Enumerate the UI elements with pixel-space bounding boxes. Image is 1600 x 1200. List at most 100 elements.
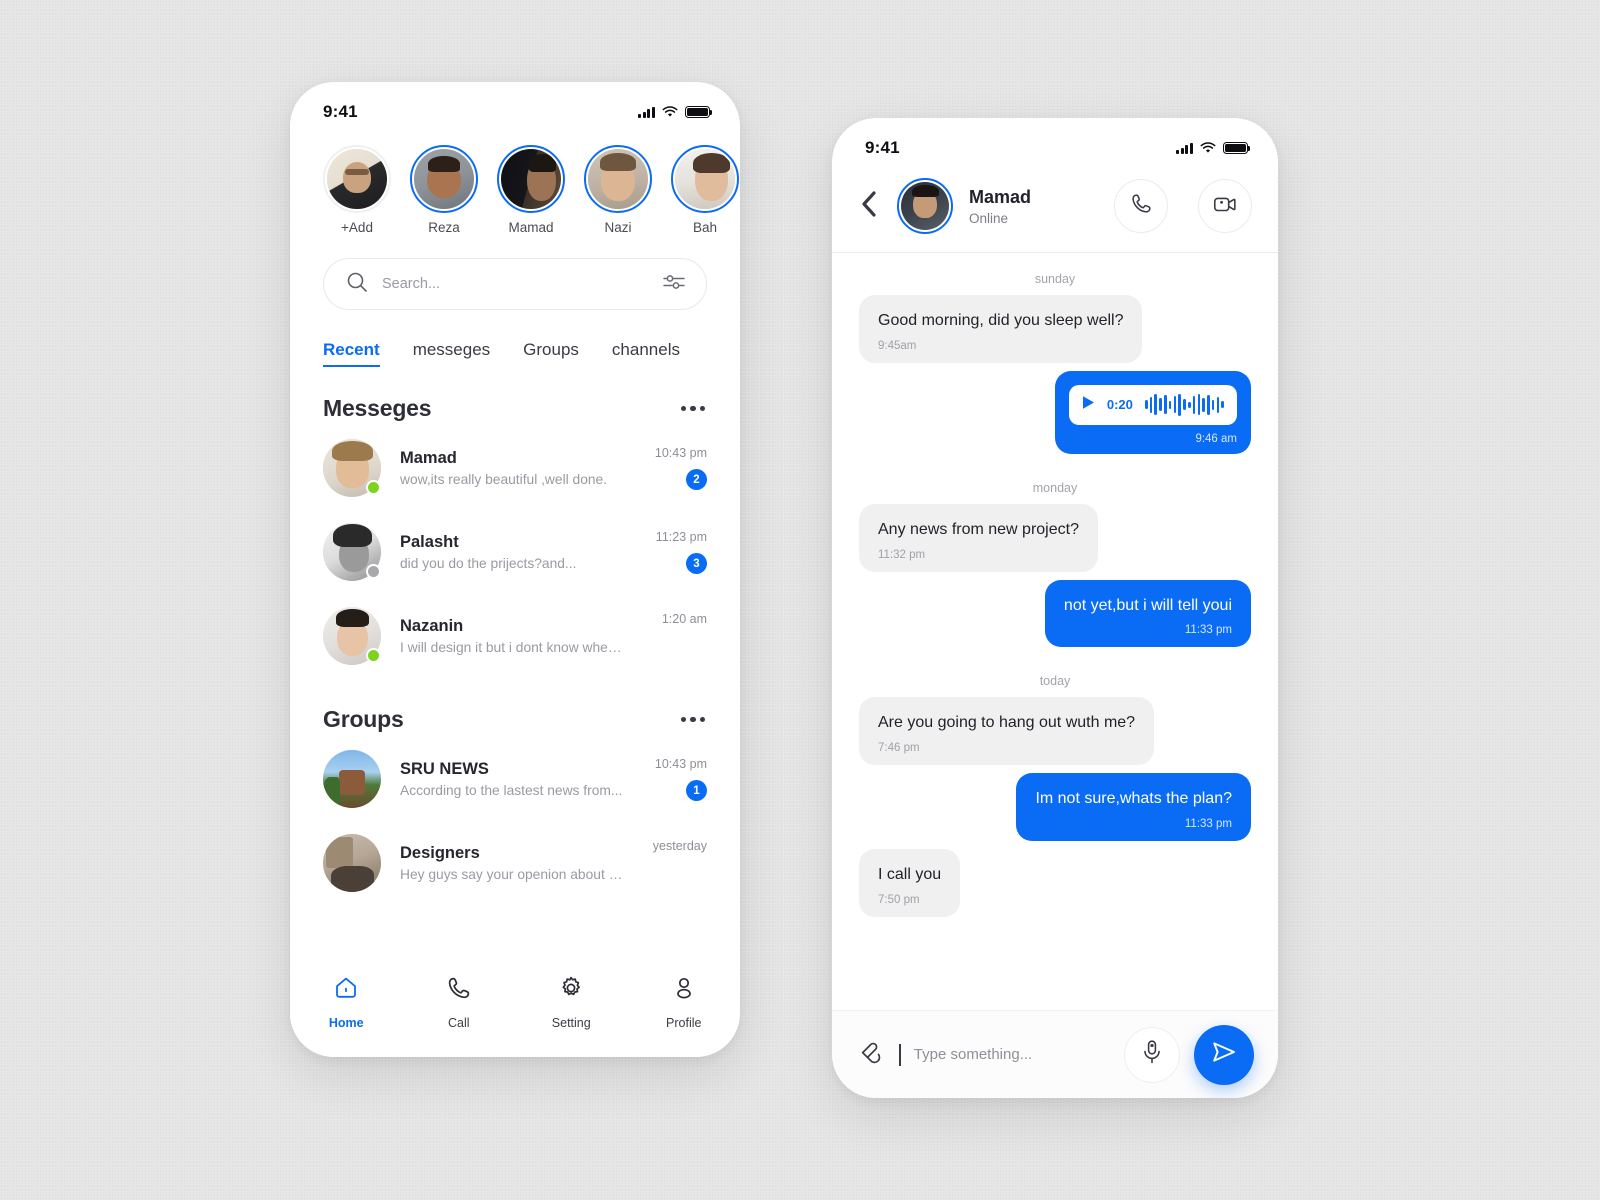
message-preview: did you do the prijects?and...: [400, 556, 577, 571]
avatar: [414, 149, 474, 209]
list-item[interactable]: Palasht did you do the prijects?and... 1…: [323, 510, 707, 594]
message-thread: sunday Good morning, did you sleep well?…: [832, 253, 1278, 959]
status-icons: [638, 106, 713, 118]
message-text: Good morning, did you sleep well?: [878, 312, 1124, 329]
message-input[interactable]: Type something...: [899, 1032, 1110, 1078]
tab-messeges[interactable]: messeges: [413, 340, 490, 365]
story-label: Nazi: [604, 220, 632, 235]
list-item[interactable]: Mamad wow,its really beautiful ,well don…: [323, 426, 707, 510]
stories-strip[interactable]: +Add Reza Mamad Nazi Bah: [290, 128, 740, 235]
tab-channels[interactable]: channels: [612, 340, 680, 365]
search-section: Search...: [290, 235, 740, 310]
contact-name: Designers: [400, 844, 480, 862]
filter-sliders-icon[interactable]: [662, 272, 686, 297]
nav-item-setting[interactable]: Setting: [515, 974, 628, 1030]
message-bubble-incoming[interactable]: Any news from new project? 11:32 pm: [859, 503, 1098, 572]
status-badge: [366, 564, 381, 579]
search-bar[interactable]: Search...: [323, 258, 707, 310]
section-header-groups: Groups: [323, 678, 707, 737]
message-bubble-incoming[interactable]: Good morning, did you sleep well? 9:45am: [859, 295, 1143, 363]
message-bubble-outgoing[interactable]: Im not sure,whats the plan? 11:33 pm: [1016, 773, 1251, 841]
story-item[interactable]: +Add: [323, 145, 391, 235]
chevron-left-icon[interactable]: [859, 185, 881, 228]
timestamp: 1:20 am: [661, 611, 707, 626]
video-camera-icon: [1212, 193, 1238, 220]
list-item[interactable]: Nazanin I will design it but i dont know…: [323, 594, 707, 678]
story-item[interactable]: Mamad: [497, 145, 565, 235]
unread-badge: 2: [686, 469, 707, 490]
timestamp: 11:23 pm: [655, 530, 707, 544]
message-text: Are you going to hang out wuth me?: [878, 714, 1136, 732]
avatar: [323, 750, 381, 808]
day-separator: monday: [1032, 480, 1078, 495]
message-row: Im not sure,whats the plan? 11:33 pm: [859, 773, 1251, 841]
more-horizontal-icon[interactable]: [679, 398, 708, 420]
avatar: [588, 149, 648, 209]
record-voice-button[interactable]: [1124, 1026, 1180, 1083]
unread-badge: 1: [686, 780, 707, 801]
status-bar-right: 9:41: [832, 118, 1278, 164]
message-text: Im not sure,whats the plan?: [1035, 790, 1232, 808]
status-badge: [366, 480, 381, 495]
story-item[interactable]: Nazi: [584, 145, 652, 235]
message-bubble-incoming[interactable]: I call you 7:50 pm: [859, 848, 961, 917]
nav-item-call[interactable]: Call: [403, 974, 516, 1030]
list-item[interactable]: Designers Hey guys say your openion abou…: [323, 821, 707, 905]
phone-chat-detail: 9:41 Mamad Online sunday Good morning, d…: [832, 118, 1278, 1098]
message-time: 9:45am: [878, 339, 917, 352]
voice-call-button[interactable]: [1114, 179, 1168, 233]
paperclip-icon[interactable]: [859, 1039, 885, 1070]
tab-bar[interactable]: Recent messeges Groups channels: [290, 310, 740, 367]
list-item[interactable]: SRU NEWS According to the lastest news f…: [323, 737, 707, 821]
send-button[interactable]: [1194, 1024, 1254, 1085]
message-bubble-outgoing[interactable]: not yet,but i will tell youi 11:33 pm: [1044, 579, 1251, 648]
contact-name: Mamad: [400, 449, 457, 467]
message-preview: According to the lastest news from...: [400, 783, 623, 798]
play-icon[interactable]: [1082, 395, 1095, 415]
phone-icon: [445, 974, 473, 1007]
avatar: [323, 523, 381, 581]
day-separator: today: [1039, 674, 1071, 689]
message-time: 11:32 pm: [878, 548, 926, 561]
presence-status: Online: [969, 210, 1009, 226]
voice-duration: 0:20: [1106, 397, 1133, 413]
voice-message-bubble[interactable]: 0:20 9:46 am: [1054, 370, 1251, 454]
message-time: 11:33 pm: [1184, 624, 1232, 637]
story-item[interactable]: Reza: [410, 145, 478, 235]
timestamp: 10:43 pm: [654, 446, 707, 460]
nav-item-profile[interactable]: Profile: [628, 974, 741, 1030]
audio-waveform-icon: [1144, 393, 1224, 416]
bottom-navigation: Home Call Setting Profile: [290, 960, 740, 1057]
timestamp: yesterday: [652, 838, 707, 853]
page-background: [0, 0, 1600, 1200]
tab-groups[interactable]: Groups: [523, 340, 579, 365]
voice-player[interactable]: 0:20: [1068, 384, 1237, 425]
avatar: [675, 149, 735, 209]
message-text: Any news from new project?: [878, 520, 1079, 538]
story-item[interactable]: Bah: [671, 145, 739, 235]
contact-name: Palasht: [400, 533, 459, 551]
battery-full-icon: [685, 106, 713, 118]
contact-info: Mamad Online: [969, 187, 1098, 226]
nav-item-home[interactable]: Home: [290, 974, 403, 1030]
tab-recent[interactable]: Recent: [323, 340, 380, 367]
nav-label: Home: [328, 1016, 364, 1030]
search-input[interactable]: Search...: [382, 276, 648, 292]
avatar[interactable]: [897, 178, 953, 234]
story-ring: [410, 145, 478, 213]
message-row: Are you going to hang out wuth me? 7:46 …: [859, 697, 1251, 766]
composer-placeholder: Type something...: [913, 1046, 1033, 1063]
home-icon: [332, 974, 360, 1007]
message-bubble-incoming[interactable]: Are you going to hang out wuth me? 7:46 …: [859, 697, 1155, 766]
contact-name: Nazanin: [400, 617, 464, 635]
avatar: [323, 834, 381, 892]
message-text: I call you: [878, 865, 942, 883]
phone-icon: [1129, 191, 1154, 221]
status-bar-left: 9:41: [290, 82, 740, 128]
video-call-button[interactable]: [1198, 179, 1252, 233]
more-horizontal-icon[interactable]: [679, 709, 708, 731]
microphone-icon: [1141, 1039, 1163, 1070]
wifi-icon: [662, 106, 678, 118]
section-title: Messeges: [323, 395, 432, 421]
message-time: 7:50 pm: [878, 893, 920, 906]
